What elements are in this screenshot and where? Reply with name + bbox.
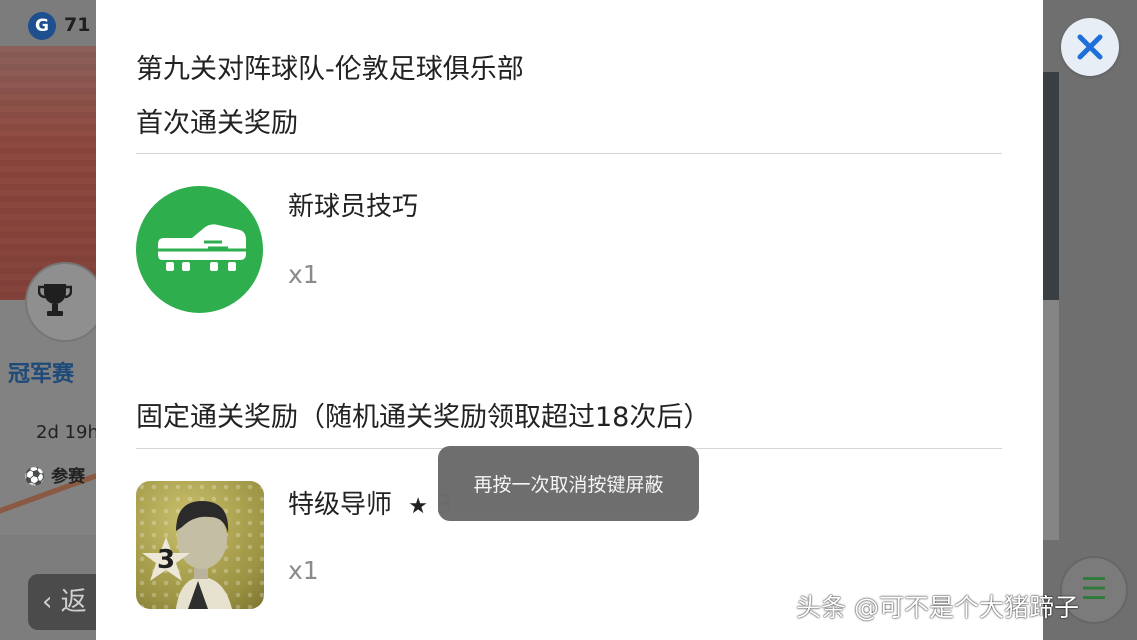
first-reward-name: 新球员技巧 — [288, 192, 419, 222]
soccer-ball-icon: ⚽ — [24, 467, 46, 487]
currency-count: 71 — [64, 14, 91, 36]
enter-label: ⚽ 参赛 — [24, 462, 85, 487]
divider-top — [136, 153, 1002, 154]
football-boot-icon — [157, 223, 246, 271]
coach-portrait-icon: 3 — [142, 501, 232, 609]
match-title: 第九关对阵球队-伦敦足球俱乐部 — [136, 54, 524, 85]
countdown-text: 2d 19h — [36, 422, 99, 443]
back-button-label: 返 — [60, 587, 87, 617]
chevron-left-icon: ‹ — [42, 587, 53, 617]
watermark-text: 头条 @可不是个大猪蹄子 — [796, 593, 1079, 622]
fixed-reward-name: 特级导师 — [288, 490, 393, 520]
fixed-reward-icon-card: 3 — [136, 481, 264, 609]
star-icon: ★ — [408, 494, 429, 519]
g-logo-icon: G — [28, 12, 56, 40]
trophy-icon — [37, 280, 73, 329]
background-right-dark-strip — [1043, 72, 1059, 302]
first-reward-icon-badge — [136, 186, 263, 313]
fixed-reward-quantity: x1 — [288, 556, 319, 585]
enter-label-text: 参赛 — [51, 467, 86, 487]
close-icon — [1077, 34, 1103, 60]
toast-message: 再按一次取消按键屏蔽 — [438, 446, 699, 521]
close-button[interactable] — [1061, 18, 1119, 76]
cup-label: 冠军赛 — [8, 362, 75, 387]
svg-text:3: 3 — [157, 545, 175, 575]
fixed-clear-heading: 固定通关奖励（随机通关奖励领取超过18次后） — [136, 402, 711, 433]
first-clear-heading: 首次通关奖励 — [136, 108, 298, 139]
first-reward-quantity: x1 — [288, 260, 319, 289]
reward-dialog: 第九关对阵球队-伦敦足球俱乐部 首次通关奖励 新球员技巧 x1 固定通关奖励（随… — [96, 0, 1043, 640]
fixed-reward-name-row: 特级导师 ★ 3 — [288, 484, 453, 521]
background-right-light-strip — [1043, 300, 1059, 540]
